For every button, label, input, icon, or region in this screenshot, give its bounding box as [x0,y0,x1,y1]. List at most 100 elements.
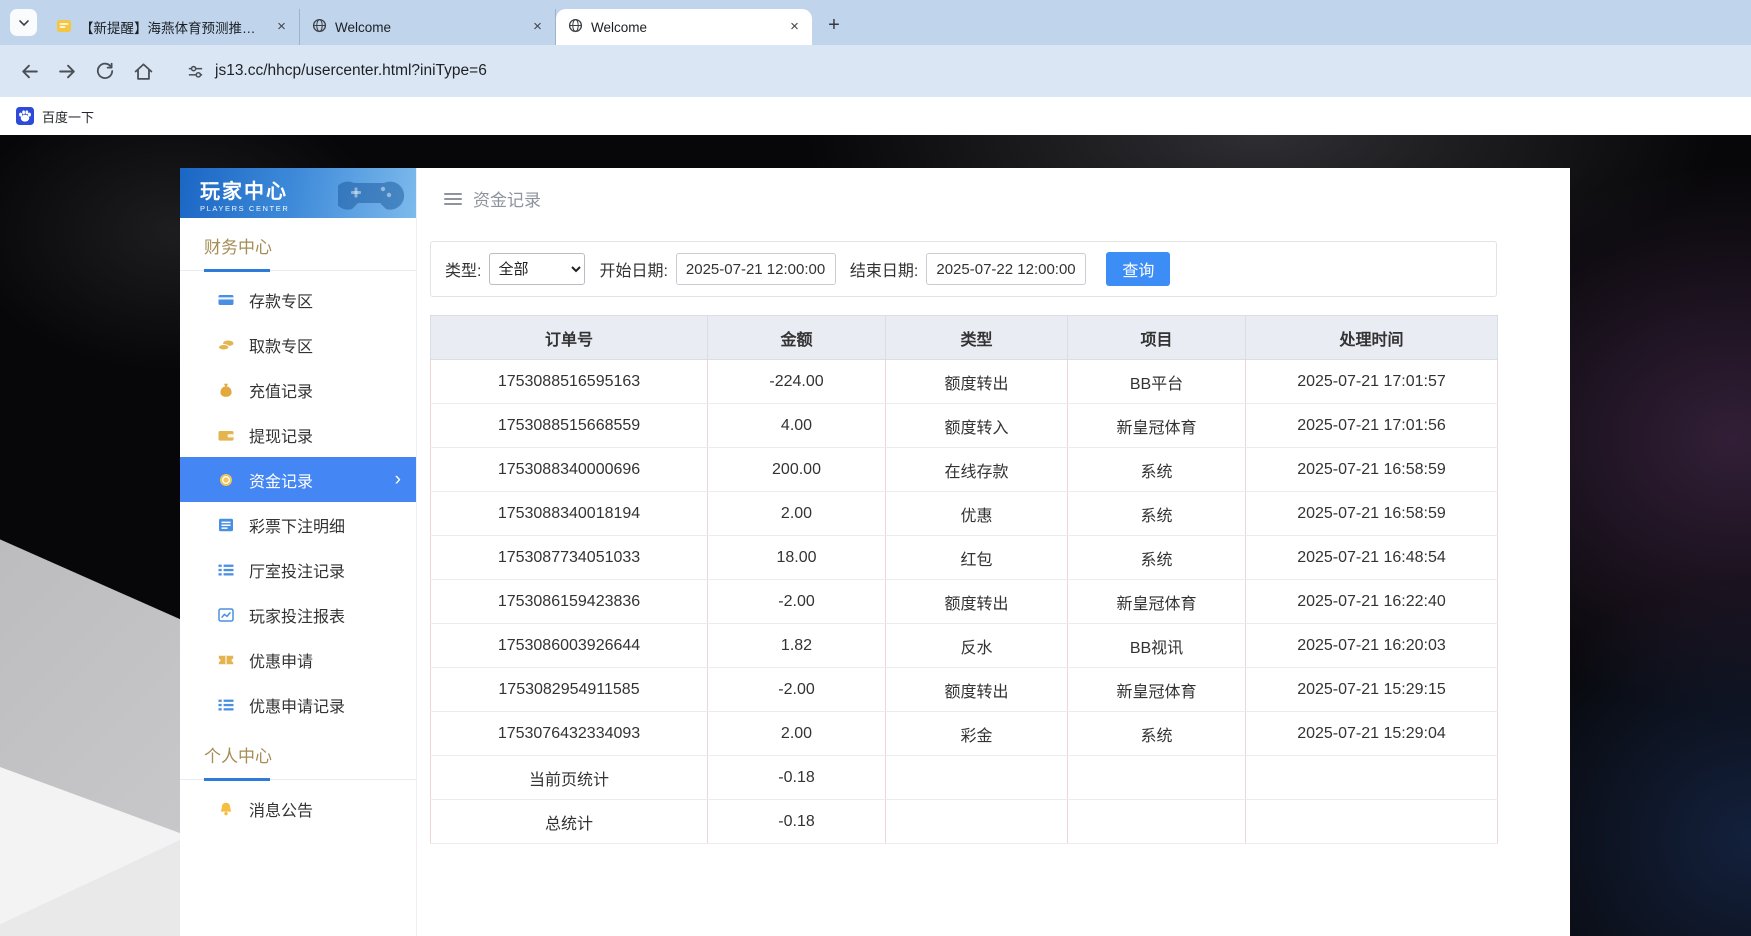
forward-button[interactable] [48,52,86,90]
table-row: 1753082954911585-2.00额度转出新皇冠体育2025-07-21… [431,668,1498,712]
close-icon[interactable]: × [272,18,291,37]
tab-search-button[interactable] [10,9,37,36]
sidebar-item-label: 优惠申请记录 [249,693,345,717]
home-icon [133,61,154,82]
end-date-input[interactable] [926,253,1086,285]
sidebar-item-厅室投注记录[interactable]: 厅室投注记录 [180,547,416,592]
list-check-icon [218,698,234,712]
table-cell: 额度转入 [886,404,1068,448]
summary-row: 总统计-0.18 [431,800,1498,844]
column-header: 处理时间 [1246,316,1498,360]
table-cell: 2025-07-21 15:29:15 [1246,668,1498,712]
table-row: 1753088340000696200.00在线存款系统2025-07-21 1… [431,448,1498,492]
table-cell: 反水 [886,624,1068,668]
column-header: 订单号 [431,316,708,360]
table-cell: 新皇冠体育 [1068,404,1246,448]
globe-icon [568,18,583,36]
query-button[interactable]: 查询 [1106,252,1170,286]
close-icon[interactable]: × [785,18,804,37]
table-cell: 2025-07-21 16:22:40 [1246,580,1498,624]
sidebar-item-提现记录[interactable]: 提现记录 [180,412,416,457]
table-cell: 2025-07-21 17:01:57 [1246,360,1498,404]
table-cell: 当前页统计 [431,756,708,800]
coin-icon [218,473,234,487]
start-date-input[interactable] [676,253,836,285]
sidebar-item-玩家投注报表[interactable]: 玩家投注报表 [180,592,416,637]
sidebar-item-label: 消息公告 [249,797,313,821]
start-date-label: 开始日期: [599,257,667,281]
table-cell: 红包 [886,536,1068,580]
globe-icon [312,18,327,36]
table-cell: 2025-07-21 15:29:04 [1246,712,1498,756]
table-cell: -0.18 [708,800,886,844]
section-underline [204,778,270,781]
sidebar-item-label: 玩家投注报表 [249,603,345,627]
site-settings-icon [186,62,205,81]
browser-tab[interactable]: 【新提醒】海燕体育预测推荐区× [44,9,300,45]
table-cell: 1753082954911585 [431,668,708,712]
table-cell [1068,756,1246,800]
page-header: 资金记录 [430,186,1557,211]
table-row: 1753088516595163-224.00额度转出BB平台2025-07-2… [431,360,1498,404]
home-button[interactable] [124,52,162,90]
player-center-app: 玩家中心 PLAYERS CENTER 财务中心存款专区取款专区充值记录提现记录… [180,168,1570,936]
browser-toolbar: js13.cc/hhcp/usercenter.html?iniType=6 [0,45,1751,97]
table-row: 175308773405103318.00红包系统2025-07-21 16:4… [431,536,1498,580]
table-cell [886,800,1068,844]
table-cell: 1753086003926644 [431,624,708,668]
bank-card-icon [218,293,234,307]
sidebar-item-取款专区[interactable]: 取款专区 [180,322,416,367]
table-row: 17530860039266441.82反水BB视讯2025-07-21 16:… [431,624,1498,668]
table-cell: 系统 [1068,536,1246,580]
table-cell: 2025-07-21 16:58:59 [1246,492,1498,536]
table-cell [886,756,1068,800]
table-cell: 额度转出 [886,668,1068,712]
browser-tab[interactable]: Welcome × [300,9,556,45]
coins-icon [218,338,234,352]
page-background: 玩家中心 PLAYERS CENTER 财务中心存款专区取款专区充值记录提现记录… [0,135,1751,936]
table-cell: -0.18 [708,756,886,800]
bookmark-baidu[interactable]: 百度一下 [16,107,94,126]
sidebar-item-label: 彩票下注明细 [249,513,345,537]
sidebar-item-消息公告[interactable]: 消息公告 [180,786,416,831]
funds-table: 订单号金额类型项目处理时间 1753088516595163-224.00额度转… [430,315,1498,844]
table-body: 1753088516595163-224.00额度转出BB平台2025-07-2… [431,360,1498,844]
ticket-icon [218,653,234,667]
sidebar-menu-group: 存款专区取款专区充值记录提现记录资金记录›彩票下注明细厅室投注记录玩家投注报表优… [180,271,416,727]
baidu-paw-icon [16,107,34,125]
sidebar-menu-group: 消息公告 [180,780,416,831]
table-cell: 总统计 [431,800,708,844]
browser-tab[interactable]: Welcome× [556,9,812,45]
chat-square-icon [56,18,72,37]
sidebar-header: 玩家中心 PLAYERS CENTER [180,168,416,218]
type-label: 类型: [445,257,481,281]
sidebar-item-优惠申请[interactable]: 优惠申请 [180,637,416,682]
table-cell: 1.82 [708,624,886,668]
sidebar-item-存款专区[interactable]: 存款专区 [180,277,416,322]
table-cell: -2.00 [708,580,886,624]
sidebar-item-label: 存款专区 [249,288,313,312]
address-bar[interactable]: js13.cc/hhcp/usercenter.html?iniType=6 [176,53,1741,89]
table-cell: 新皇冠体育 [1068,668,1246,712]
sidebar-item-彩票下注明细[interactable]: 彩票下注明细 [180,502,416,547]
table-cell: BB视讯 [1068,624,1246,668]
sidebar-item-充值记录[interactable]: 充值记录 [180,367,416,412]
sidebar-item-优惠申请记录[interactable]: 优惠申请记录 [180,682,416,727]
new-tab-button[interactable]: + [820,11,848,39]
table-cell: 2025-07-21 16:58:59 [1246,448,1498,492]
table-cell: 18.00 [708,536,886,580]
bookmarks-bar: 百度一下 [0,97,1751,135]
table-cell: BB平台 [1068,360,1246,404]
table-cell: 2025-07-21 16:20:03 [1246,624,1498,668]
reload-button[interactable] [86,52,124,90]
hamburger-icon[interactable] [444,193,462,205]
list-icon [218,518,234,532]
sidebar-item-资金记录[interactable]: 资金记录› [180,457,416,502]
sidebar-item-label: 厅室投注记录 [249,558,345,582]
close-icon[interactable]: × [528,18,547,37]
type-select[interactable]: 全部 [489,253,585,285]
back-button[interactable] [10,52,48,90]
section-underline [204,269,270,272]
table-row: 1753086159423836-2.00额度转出新皇冠体育2025-07-21… [431,580,1498,624]
tab-title: Welcome [335,20,520,35]
